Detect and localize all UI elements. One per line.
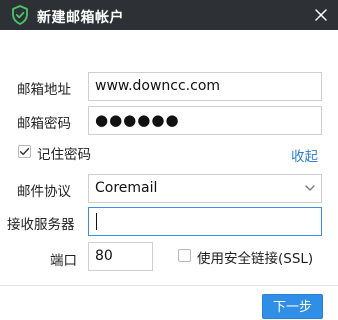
protocol-label: 邮件协议 [17, 184, 71, 200]
protocol-select[interactable]: Coremail [88, 174, 322, 203]
protocol-value: Coremail [95, 180, 158, 196]
checkmark-icon [19, 147, 30, 156]
title-bar: 新建邮箱帐户 [0, 0, 338, 30]
next-button[interactable]: 下一步 [262, 294, 323, 319]
ssl-checkbox[interactable] [178, 249, 191, 262]
text-caret [96, 213, 97, 230]
server-field[interactable] [88, 207, 322, 236]
ssl-label: 使用安全链接(SSL) [197, 251, 314, 267]
close-icon [315, 9, 327, 21]
chevron-down-icon [305, 185, 315, 191]
email-field[interactable]: www.downcc.com [88, 72, 322, 101]
shield-check-icon [12, 5, 28, 25]
close-button[interactable] [308, 2, 334, 28]
remember-password-label: 记住密码 [37, 147, 91, 163]
server-label: 接收服务器 [7, 217, 75, 233]
remember-password-checkbox[interactable] [18, 145, 31, 158]
email-value: www.downcc.com [95, 78, 221, 94]
password-label: 邮箱密码 [17, 116, 71, 132]
email-label: 邮箱地址 [17, 82, 71, 98]
port-label: 端口 [50, 253, 77, 269]
footer-divider [0, 285, 338, 286]
port-field[interactable]: 80 [88, 242, 153, 271]
window-title: 新建邮箱帐户 [37, 10, 124, 26]
password-value: ●●●●●● [95, 111, 180, 129]
password-field[interactable]: ●●●●●● [88, 106, 322, 135]
collapse-link[interactable]: 收起 [291, 145, 318, 165]
port-value: 80 [95, 248, 113, 264]
